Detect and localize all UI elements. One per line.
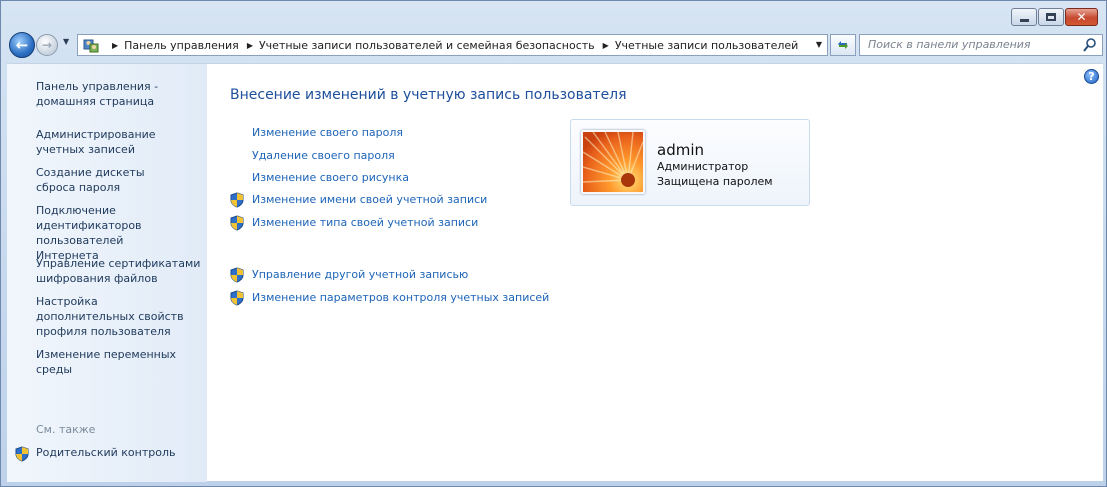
chevron-right-icon[interactable]: ▶ (603, 41, 609, 50)
breadcrumb: ▶ Панель управления ▶ Учетные записи пол… (104, 35, 798, 55)
page-title: Внесение изменений в учетную запись поль… (230, 87, 627, 103)
search-icon[interactable] (1082, 37, 1098, 53)
address-dropdown-icon[interactable]: ▼ (816, 40, 822, 49)
sidebar-item-reset-disk[interactable]: Создание дискеты сброса пароля (36, 165, 186, 195)
change-picture-link[interactable]: Изменение своего рисунка (252, 171, 409, 184)
sidebar-item-parental-control[interactable]: Родительский контроль (36, 446, 176, 459)
avatar[interactable] (581, 130, 645, 194)
address-bar[interactable]: ▶ Панель управления ▶ Учетные записи пол… (77, 34, 828, 56)
main-panel: Внесение изменений в учетную запись поль… (207, 64, 1103, 481)
account-card: admin Администратор Защищена паролем (570, 119, 810, 206)
change-password-link[interactable]: Изменение своего пароля (252, 126, 403, 139)
uac-shield-icon (230, 267, 244, 283)
arrow-left-icon: ← (15, 36, 29, 54)
uac-shield-icon (15, 446, 29, 462)
arrow-right-icon: → (41, 38, 53, 52)
forward-button[interactable]: → (36, 34, 58, 56)
maximize-icon (1039, 9, 1063, 25)
flower-picture-icon (583, 132, 643, 192)
minimize-icon (1012, 9, 1036, 25)
sidebar-item-environment-vars[interactable]: Изменение переменных среды (36, 347, 181, 377)
sidebar: Панель управления - домашняя страница Ад… (7, 64, 207, 482)
help-icon: ? (1088, 70, 1095, 83)
back-button[interactable]: ← (9, 32, 35, 58)
sidebar-item-encryption-certs[interactable]: Управление сертификатами шифрования файл… (36, 256, 201, 286)
chevron-right-icon[interactable]: ▶ (112, 41, 118, 50)
control-panel-icon (83, 39, 99, 53)
chevron-right-icon[interactable]: ▶ (247, 41, 253, 50)
sidebar-item-home[interactable]: Панель управления - домашняя страница (36, 79, 196, 109)
account-status: Защищена паролем (657, 175, 773, 188)
search-placeholder: Поиск в панели управления (868, 38, 1031, 51)
sidebar-item-online-ids[interactable]: Подключение идентификаторов пользователе… (36, 203, 186, 263)
account-role: Администратор (657, 160, 749, 173)
breadcrumb-control-panel[interactable]: Панель управления (124, 39, 239, 52)
change-account-name-link[interactable]: Изменение имени своей учетной записи (252, 193, 487, 206)
close-button[interactable]: ✕ (1065, 8, 1098, 26)
remove-password-link[interactable]: Удаление своего пароля (252, 149, 395, 162)
see-also-heading: См. также (36, 423, 96, 436)
sidebar-item-profile-properties[interactable]: Настройка дополнительных свойств профиля… (36, 294, 196, 339)
sidebar-item-manage-accounts[interactable]: Администрирование учетных записей (36, 127, 206, 157)
search-input[interactable]: Поиск в панели управления (859, 34, 1103, 56)
close-icon: ✕ (1076, 10, 1087, 24)
content-area: Панель управления - домашняя страница Ад… (7, 63, 1103, 482)
breadcrumb-user-accounts-family[interactable]: Учетные записи пользователей и семейная … (259, 39, 595, 52)
manage-another-account-link[interactable]: Управление другой учетной записью (252, 268, 468, 281)
caption-buttons: ✕ (1011, 8, 1098, 26)
navigation-bar: ← → ▼ ▶ Панель управления ▶ Учетные запи… (7, 31, 1103, 59)
refresh-icon (838, 41, 848, 49)
change-account-type-link[interactable]: Изменение типа своей учетной записи (252, 216, 478, 229)
refresh-button[interactable] (830, 34, 856, 56)
uac-shield-icon (230, 290, 244, 306)
uac-shield-icon (230, 215, 244, 231)
window-frame: ✕ ← → ▼ ▶ Панель управления ▶ Учетные за… (0, 0, 1107, 487)
recent-pages-dropdown[interactable]: ▼ (63, 37, 69, 46)
breadcrumb-user-accounts[interactable]: Учетные записи пользователей (615, 39, 799, 52)
account-name: admin (657, 141, 704, 159)
minimize-button[interactable] (1011, 8, 1037, 26)
help-button[interactable]: ? (1084, 69, 1099, 84)
uac-settings-link[interactable]: Изменение параметров контроля учетных за… (252, 291, 549, 304)
uac-shield-icon (230, 192, 244, 208)
maximize-button[interactable] (1038, 8, 1064, 26)
